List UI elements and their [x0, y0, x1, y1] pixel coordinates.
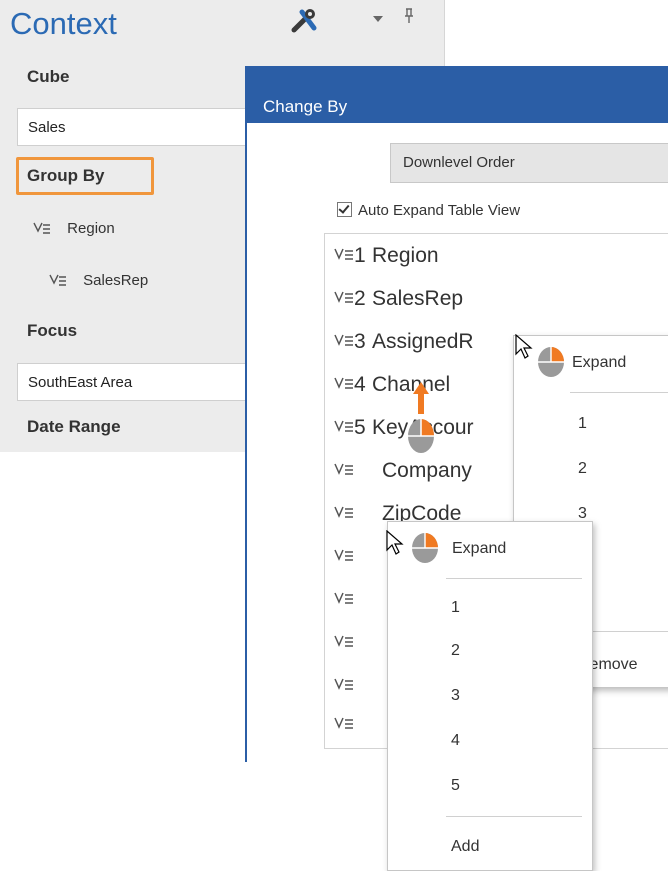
checkbox-checked-icon[interactable] — [337, 202, 352, 217]
sort-levels-icon — [334, 287, 354, 310]
menu-separator — [446, 578, 582, 579]
sort-levels-icon — [334, 588, 354, 611]
sort-levels-icon — [334, 502, 354, 525]
sort-levels-icon — [49, 273, 67, 290]
menu-item-level-5[interactable]: 5 — [451, 777, 460, 795]
sort-levels-icon — [334, 545, 354, 568]
mouse-pointer-icon — [515, 334, 533, 359]
level-number: 2 — [354, 287, 366, 310]
menu-separator — [446, 816, 582, 817]
cube-label: Cube — [27, 67, 70, 86]
order-dropdown[interactable]: Downlevel Order — [390, 143, 668, 183]
menu-item-level-2[interactable]: 2 — [578, 460, 587, 478]
sort-levels-icon — [334, 416, 354, 439]
list-item[interactable]: 3 AssignedR — [334, 330, 474, 366]
dimension-label: Company — [382, 459, 472, 482]
menu-item-level-2[interactable]: 2 — [451, 642, 460, 660]
menu-item-level-3[interactable]: 3 — [451, 687, 460, 705]
sort-levels-icon — [334, 373, 354, 396]
group-by-item-label: SalesRep — [83, 272, 149, 289]
sort-levels-icon — [334, 459, 354, 482]
context-menu-add: Expand 1 2 3 4 5 Add — [387, 521, 593, 871]
dropdown-arrow-icon[interactable] — [373, 16, 383, 22]
dialog-titlebar[interactable]: Change By — [247, 66, 668, 123]
level-number: 4 — [354, 373, 366, 396]
sort-levels-icon — [334, 330, 354, 353]
dimension-label: SalesRep — [372, 287, 464, 310]
group-by-label: Group By — [27, 166, 105, 185]
auto-expand-label: Auto Expand Table View — [358, 202, 521, 219]
dimension-label: AssignedR — [372, 330, 474, 353]
menu-separator — [570, 392, 668, 393]
list-item[interactable]: 1 Region — [334, 244, 439, 280]
menu-item-level-4[interactable]: 4 — [451, 732, 460, 750]
sort-levels-icon — [33, 221, 51, 238]
dimension-label: Region — [372, 244, 439, 267]
menu-item-level-1[interactable]: 1 — [451, 599, 460, 617]
focus-label: Focus — [27, 321, 78, 340]
pin-icon[interactable] — [403, 8, 415, 27]
date-range-label: Date Range — [27, 417, 121, 436]
mouse-icon — [412, 533, 438, 563]
group-by-item-label: Region — [67, 220, 115, 237]
sort-levels-icon — [334, 244, 354, 267]
list-item[interactable] — [334, 588, 372, 624]
sort-levels-icon — [334, 713, 354, 736]
list-item[interactable] — [334, 713, 372, 749]
menu-expand-header: Expand — [452, 540, 507, 557]
mouse-pointer-icon — [386, 530, 404, 555]
context-header: Context — [0, 0, 445, 58]
auto-expand-checkbox[interactable]: Auto Expand Table View — [337, 202, 520, 219]
group-by-item-salesrep[interactable]: SalesRep — [49, 272, 148, 290]
level-number: 5 — [354, 416, 366, 439]
list-item[interactable] — [334, 674, 372, 710]
sort-levels-icon — [334, 631, 354, 654]
menu-expand-header: Expand — [572, 354, 627, 371]
list-item[interactable] — [334, 545, 372, 581]
list-item[interactable]: 2 SalesRep — [334, 287, 463, 323]
tools-icon[interactable] — [288, 4, 322, 38]
menu-item-add[interactable]: Add — [451, 838, 479, 856]
dialog-title: Change By — [263, 97, 348, 116]
menu-item-level-1[interactable]: 1 — [578, 415, 587, 433]
mouse-icon — [538, 347, 564, 377]
list-item[interactable] — [334, 631, 372, 667]
list-item[interactable]: Company — [334, 459, 472, 495]
sort-levels-icon — [334, 674, 354, 697]
context-title: Context — [10, 6, 117, 41]
level-number: 1 — [354, 244, 366, 267]
group-by-item-region[interactable]: Region — [33, 220, 115, 238]
drag-mouse-icon — [408, 382, 434, 453]
level-number: 3 — [354, 330, 366, 353]
